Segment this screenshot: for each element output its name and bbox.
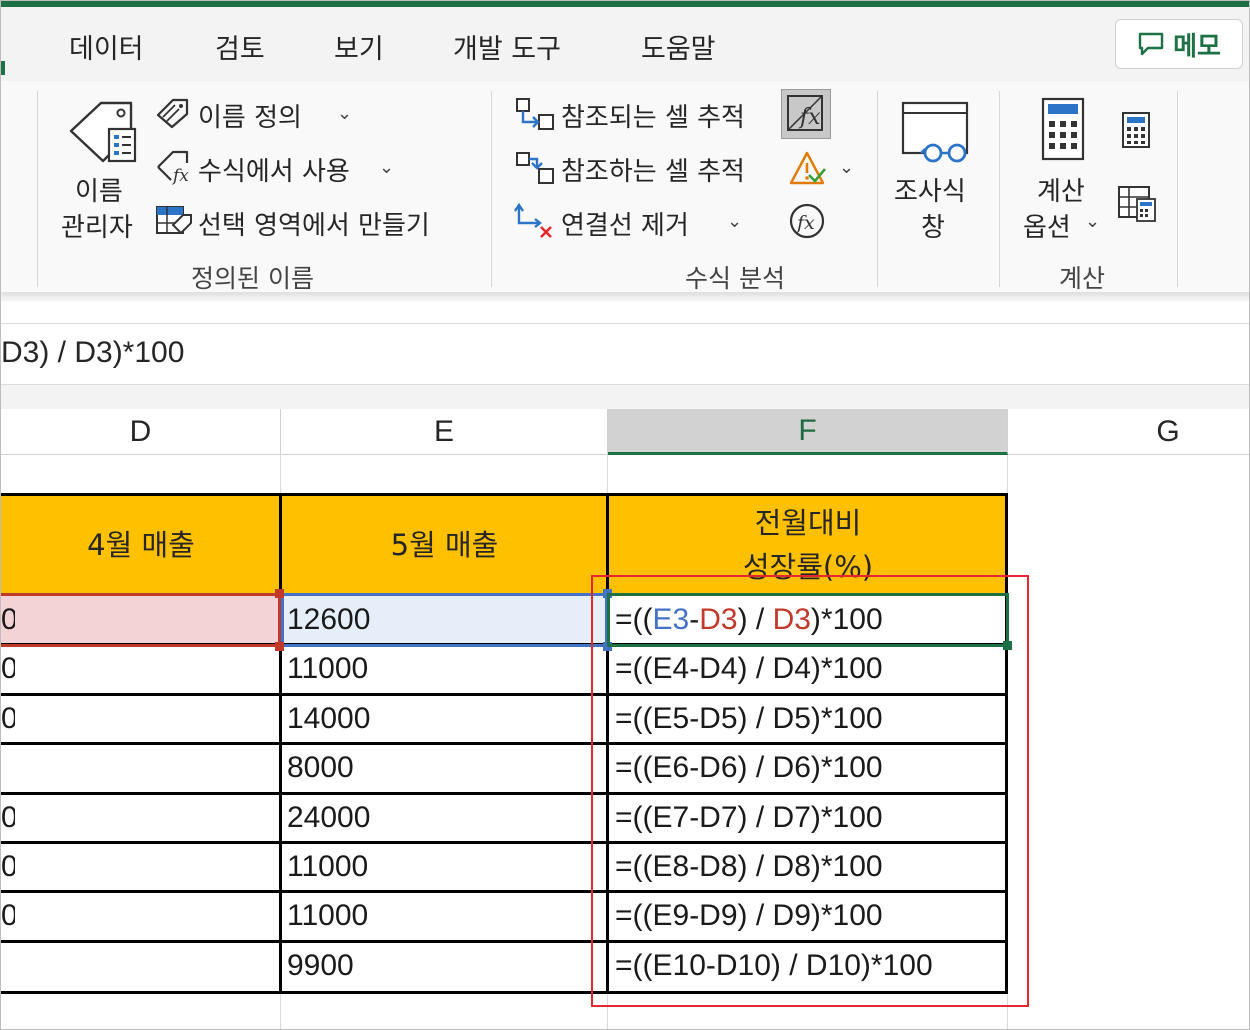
defined-names-group-label: 정의된 이름 (191, 264, 314, 293)
tab-developer[interactable]: 개발 도구 (453, 27, 561, 66)
ref-outline-e3 (281, 593, 608, 647)
memo-button[interactable]: 메모 (1115, 19, 1243, 69)
formula-bar[interactable]: D3) / D3)*100 (1, 323, 1249, 385)
calculator-icon[interactable] (1041, 97, 1085, 161)
use-in-formula-button[interactable]: 수식에서 사용 (198, 151, 350, 188)
header-cell-may-sales[interactable]: 5월 매출 (281, 495, 608, 595)
cell-d[interactable]: 0 (1, 891, 15, 940)
cell-d[interactable]: 0 (1, 694, 15, 743)
formula-auditing-group-label: 수식 분석 (685, 264, 785, 293)
calc-options-dropdown-icon[interactable]: ⌄ (1085, 211, 1100, 232)
create-from-selection-button[interactable]: 선택 영역에서 만들기 (198, 205, 430, 242)
ribbon-separator (999, 91, 1000, 287)
highlight-box (591, 575, 1029, 1007)
title-bar-edge (1, 1, 1249, 7)
header-april-sales-text: 4월 매출 (87, 528, 195, 562)
calculation-group-label: 계산 (1059, 264, 1106, 293)
remove-arrows-dropdown-icon[interactable]: ⌄ (727, 211, 742, 232)
watch-window-label-1[interactable]: 조사식 (894, 171, 966, 208)
tab-review[interactable]: 검토 (215, 27, 265, 66)
table-border (1, 493, 1008, 496)
cell-d[interactable] (1, 941, 15, 990)
show-formulas-button[interactable]: fx (781, 89, 831, 139)
ribbon-separator (37, 91, 38, 287)
header-gap (1, 385, 1249, 409)
create-from-selection-icon (156, 206, 192, 235)
watch-window-label-2[interactable]: 창 (921, 207, 945, 244)
cell-e[interactable]: 24000 (287, 793, 603, 842)
trace-dependents-icon (516, 152, 554, 184)
memo-label: 메모 (1173, 31, 1221, 62)
trace-precedents-icon (516, 98, 554, 130)
header-cell-april-sales[interactable]: 4월 매출 (1, 495, 281, 595)
use-in-formula-dropdown-icon[interactable]: ⌄ (379, 157, 394, 178)
ribbon-separator (877, 91, 878, 287)
column-header-d[interactable]: D (1, 409, 281, 455)
cell-e[interactable]: 9900 (287, 941, 603, 990)
ribbon-separator (491, 91, 492, 287)
excel-window: 데이터 검토 보기 개발 도구 도움말 메모 이름 관리자 이름 정의 ⌄ fx… (0, 0, 1250, 1030)
watch-window-icon[interactable] (899, 99, 973, 169)
tag-icon (156, 98, 189, 129)
ref-handle[interactable] (275, 589, 284, 598)
tab-help[interactable]: 도움말 (641, 27, 716, 66)
header-growth-line1: 전월대비 (754, 506, 862, 540)
cell-d[interactable]: 0 (1, 842, 15, 891)
calculate-sheet-icon[interactable] (1117, 185, 1157, 223)
calculate-now-icon[interactable] (1121, 111, 1153, 151)
name-manager-icon (69, 101, 137, 163)
cell-d[interactable] (1, 743, 15, 792)
column-headers: D E F G (1, 409, 1249, 455)
cell-e[interactable]: 11000 (287, 842, 603, 891)
column-header-f[interactable]: F (608, 409, 1008, 455)
cell-d[interactable]: 0 (1, 793, 15, 842)
tab-view[interactable]: 보기 (334, 27, 384, 66)
cell-d[interactable]: 0 (1, 644, 15, 693)
define-name-dropdown-icon[interactable]: ⌄ (337, 103, 352, 124)
cell-e[interactable]: 11000 (287, 644, 603, 693)
error-checking-icon[interactable] (787, 149, 827, 187)
cell-e[interactable]: 11000 (287, 891, 603, 940)
cell-e[interactable]: 14000 (287, 694, 603, 743)
show-formulas-icon: fx (787, 95, 823, 131)
define-name-button[interactable]: 이름 정의 (198, 97, 302, 134)
column-header-e[interactable]: E (281, 409, 608, 455)
evaluate-formula-icon[interactable]: fx (787, 201, 827, 241)
trace-dependents-button[interactable]: 참조하는 셀 추적 (561, 151, 745, 188)
ref-handle[interactable] (275, 642, 284, 651)
name-manager-label-2[interactable]: 관리자 (61, 207, 133, 244)
svg-text:fx: fx (798, 105, 821, 130)
remove-arrows-button[interactable]: 연결선 제거 (561, 205, 689, 242)
error-checking-dropdown-icon[interactable]: ⌄ (839, 157, 854, 178)
ref-outline-d3 (1, 593, 281, 647)
tab-data[interactable]: 데이터 (69, 27, 144, 66)
formula-bar-text[interactable]: D3) / D3)*100 (1, 336, 184, 370)
use-in-formula-icon: fx (157, 150, 189, 185)
svg-text:fx: fx (171, 166, 189, 185)
ribbon-separator (1177, 91, 1178, 287)
comment-icon (1138, 32, 1164, 56)
column-header-g[interactable]: G (1008, 409, 1249, 455)
cell-e[interactable]: 8000 (287, 743, 603, 792)
svg-text:fx: fx (795, 212, 815, 234)
header-may-sales-text: 5월 매출 (390, 528, 499, 562)
calc-options-label-2[interactable]: 옵션 (1023, 207, 1071, 244)
tab-indicator (1, 61, 5, 75)
name-manager-label-1[interactable]: 이름 (75, 171, 123, 208)
worksheet-grid[interactable]: 4월 매출 5월 매출 전월대비 성장률(%) 012600=((E3-D3) … (1, 455, 1249, 1029)
calc-options-label-1[interactable]: 계산 (1037, 171, 1085, 208)
ribbon: 데이터 검토 보기 개발 도구 도움말 메모 이름 관리자 이름 정의 ⌄ fx… (1, 1, 1249, 301)
remove-arrows-icon (514, 202, 552, 238)
trace-precedents-button[interactable]: 참조되는 셀 추적 (561, 97, 745, 134)
